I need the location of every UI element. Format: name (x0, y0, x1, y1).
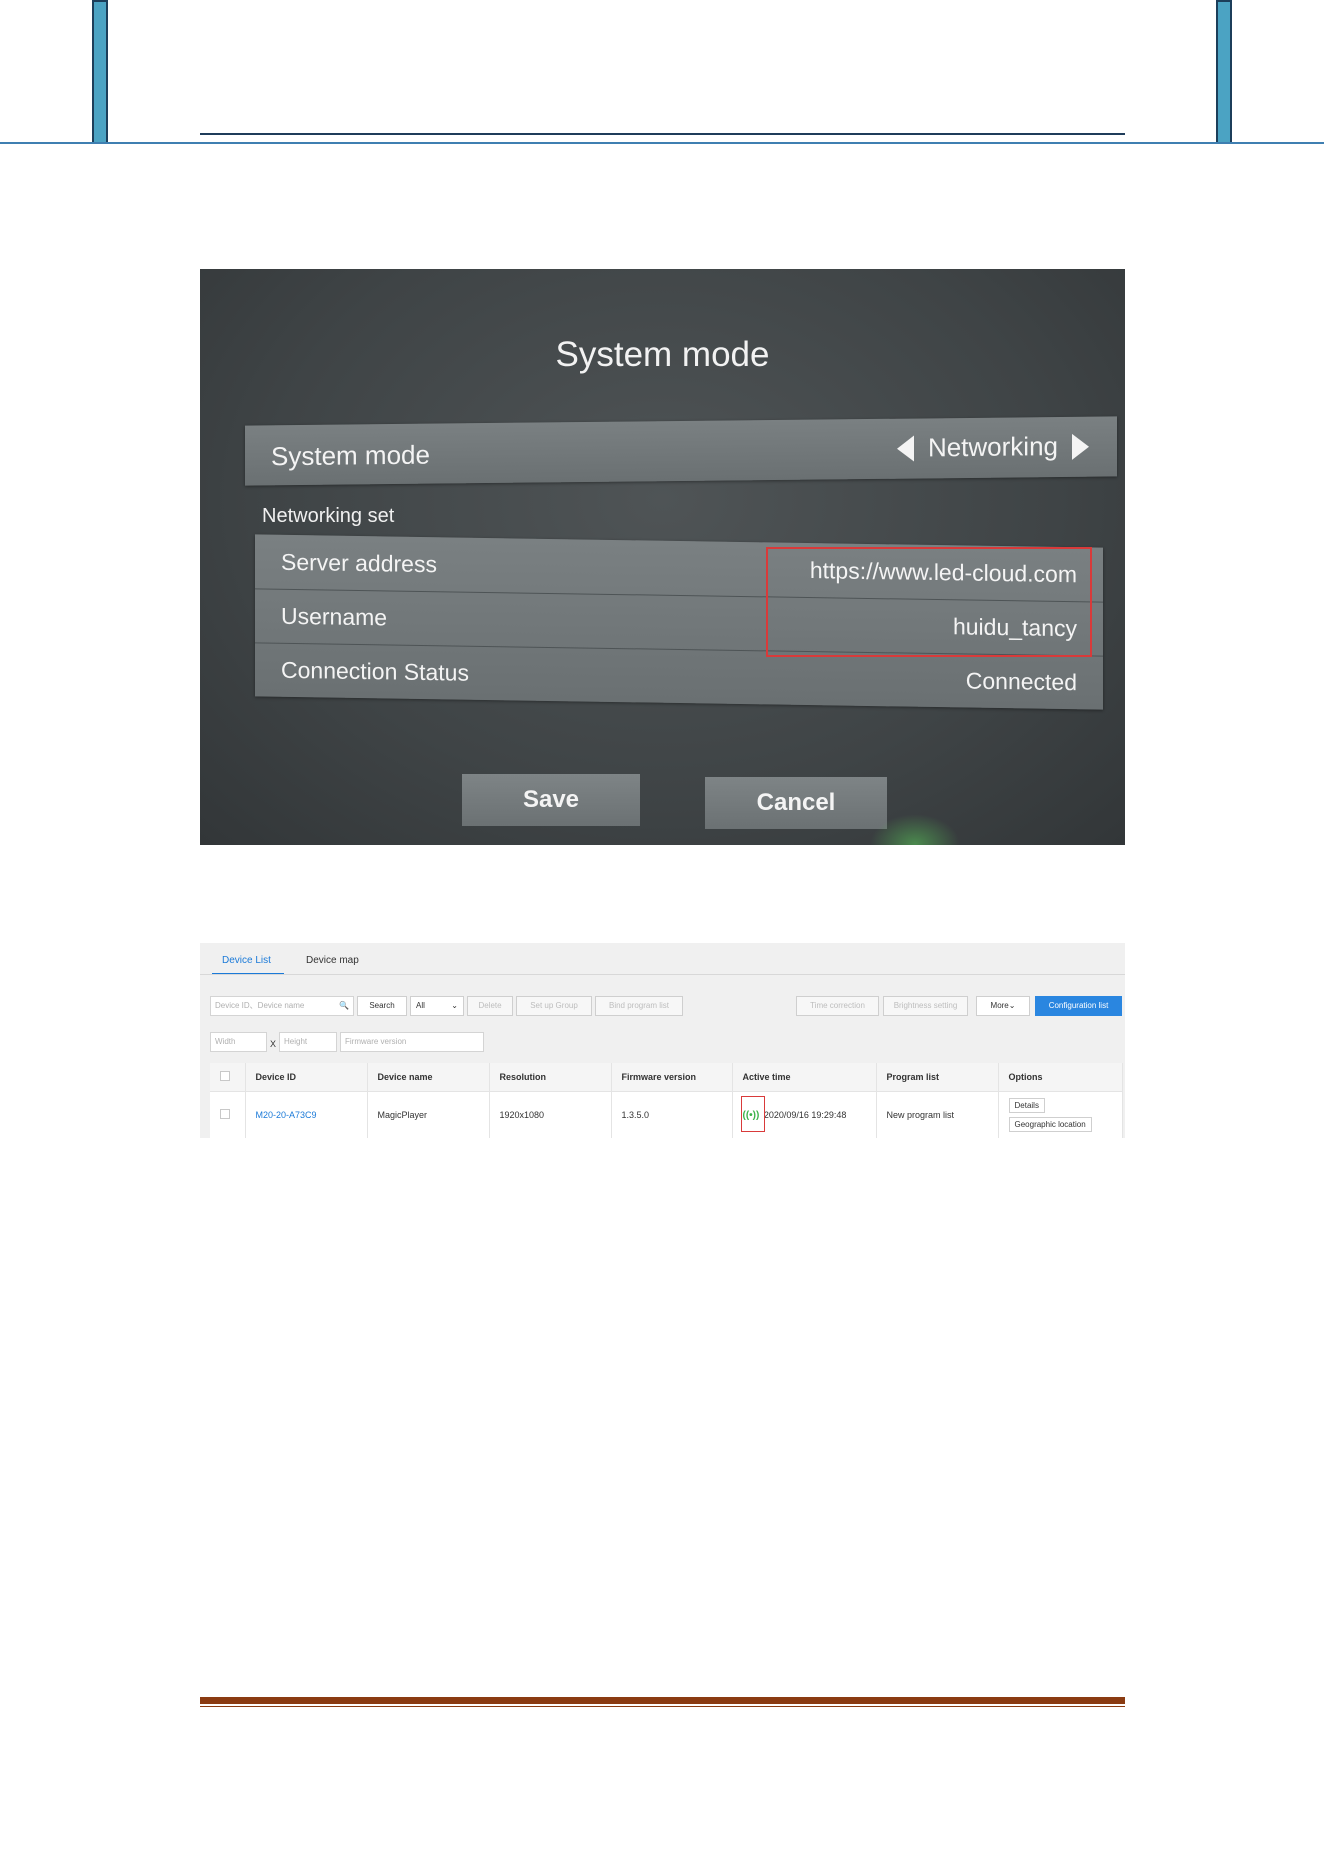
photo-title: System mode (555, 335, 770, 374)
filter-value: All (416, 1001, 425, 1010)
filter-select: All ⌄ (410, 996, 464, 1016)
firmware-input: Firmware version (340, 1032, 484, 1052)
table-row: M20-20-A73C9 MagicPlayer 1920x1080 1.3.5… (210, 1091, 1123, 1138)
bind-program-list-button: Bind program list (595, 996, 683, 1016)
led-glow (870, 814, 960, 845)
highlight-box (766, 547, 1092, 657)
cell-program-list: New program list (876, 1091, 999, 1138)
col-active-time: Active time (732, 1063, 877, 1092)
connection-status-label: Connection Status (281, 656, 469, 686)
row-checkbox (220, 1109, 230, 1119)
search-button: Search (357, 996, 407, 1016)
search-input: Device ID、Device name 🔍 (210, 996, 354, 1016)
col-options: Options (998, 1063, 1123, 1092)
server-address-label: Server address (281, 548, 437, 578)
header-rule-full (0, 142, 1324, 144)
details-button: Details (1008, 1098, 1045, 1113)
device-list-screenshot: Device List Device map Device ID、Device … (200, 943, 1125, 1138)
row-select-cell (210, 1091, 246, 1138)
tab-device-map: Device map (306, 955, 359, 966)
col-device-name: Device name (367, 1063, 490, 1092)
width-input: Width (210, 1032, 267, 1052)
dimension-separator: X (270, 1039, 277, 1049)
header-right-bar (1216, 0, 1232, 144)
select-all-cell (210, 1063, 246, 1092)
cell-options: Details Geographic location (998, 1091, 1123, 1138)
chevron-down-icon: ⌄ (1008, 1001, 1016, 1010)
cell-device-id: M20-20-A73C9 (245, 1091, 368, 1138)
header-rule (200, 133, 1125, 135)
online-status: ((•)) (740, 1095, 765, 1132)
cancel-button: Cancel (705, 777, 887, 829)
set-up-group-button: Set up Group (516, 996, 592, 1016)
system-mode-label: System mode (271, 439, 430, 472)
col-firmware: Firmware version (611, 1063, 733, 1092)
device-table: Device ID Device name Resolution Firmwar… (210, 1063, 1123, 1138)
table-header-row: Device ID Device name Resolution Firmwar… (210, 1063, 1123, 1092)
height-input: Height (279, 1032, 337, 1052)
cell-active-time: ((•)) 2020/09/16 19:29:48 (732, 1091, 877, 1138)
cell-firmware: 1.3.5.0 (611, 1091, 733, 1138)
connection-status-value: Connected (965, 667, 1077, 696)
delete-button: Delete (467, 996, 513, 1016)
arrow-left-icon (896, 435, 914, 462)
system-mode-row: System mode Networking (245, 416, 1117, 486)
system-mode-selector: Networking (896, 431, 1089, 464)
configuration-list-button: Configuration list (1035, 996, 1122, 1016)
col-resolution: Resolution (489, 1063, 612, 1092)
cell-resolution: 1920x1080 (489, 1091, 612, 1138)
active-time-value: 2020/09/16 19:29:48 (763, 1109, 847, 1120)
select-all-checkbox (220, 1071, 230, 1081)
system-mode-value: Networking (927, 431, 1058, 463)
networking-set-label: Networking set (262, 505, 395, 527)
tab-device-list: Device List (222, 955, 271, 966)
time-correction-button: Time correction (796, 996, 879, 1016)
header-left-bar (92, 0, 108, 144)
col-device-id: Device ID (245, 1063, 368, 1092)
username-label: Username (281, 602, 388, 631)
more-label: More (990, 1001, 1009, 1010)
col-program-list: Program list (876, 1063, 999, 1092)
more-button: More⌄ (976, 996, 1030, 1016)
device-id-link: M20-20-A73C9 (255, 1110, 317, 1120)
geographic-location-button: Geographic location (1008, 1117, 1092, 1132)
search-placeholder: Device ID、Device name (215, 1001, 305, 1010)
footer-rule (200, 1697, 1125, 1704)
arrow-right-icon (1072, 433, 1089, 460)
search-icon: 🔍 (339, 1001, 349, 1010)
system-mode-photo: System mode System mode Networking Netwo… (200, 269, 1125, 845)
chevron-down-icon: ⌄ (451, 1001, 458, 1010)
status-highlight-box (740, 1095, 765, 1132)
cell-device-name: MagicPlayer (367, 1091, 490, 1138)
save-button: Save (462, 774, 640, 826)
tabs-divider (200, 974, 1125, 975)
brightness-setting-button: Brightness setting (883, 996, 968, 1016)
footer-rule-thin (200, 1706, 1125, 1707)
